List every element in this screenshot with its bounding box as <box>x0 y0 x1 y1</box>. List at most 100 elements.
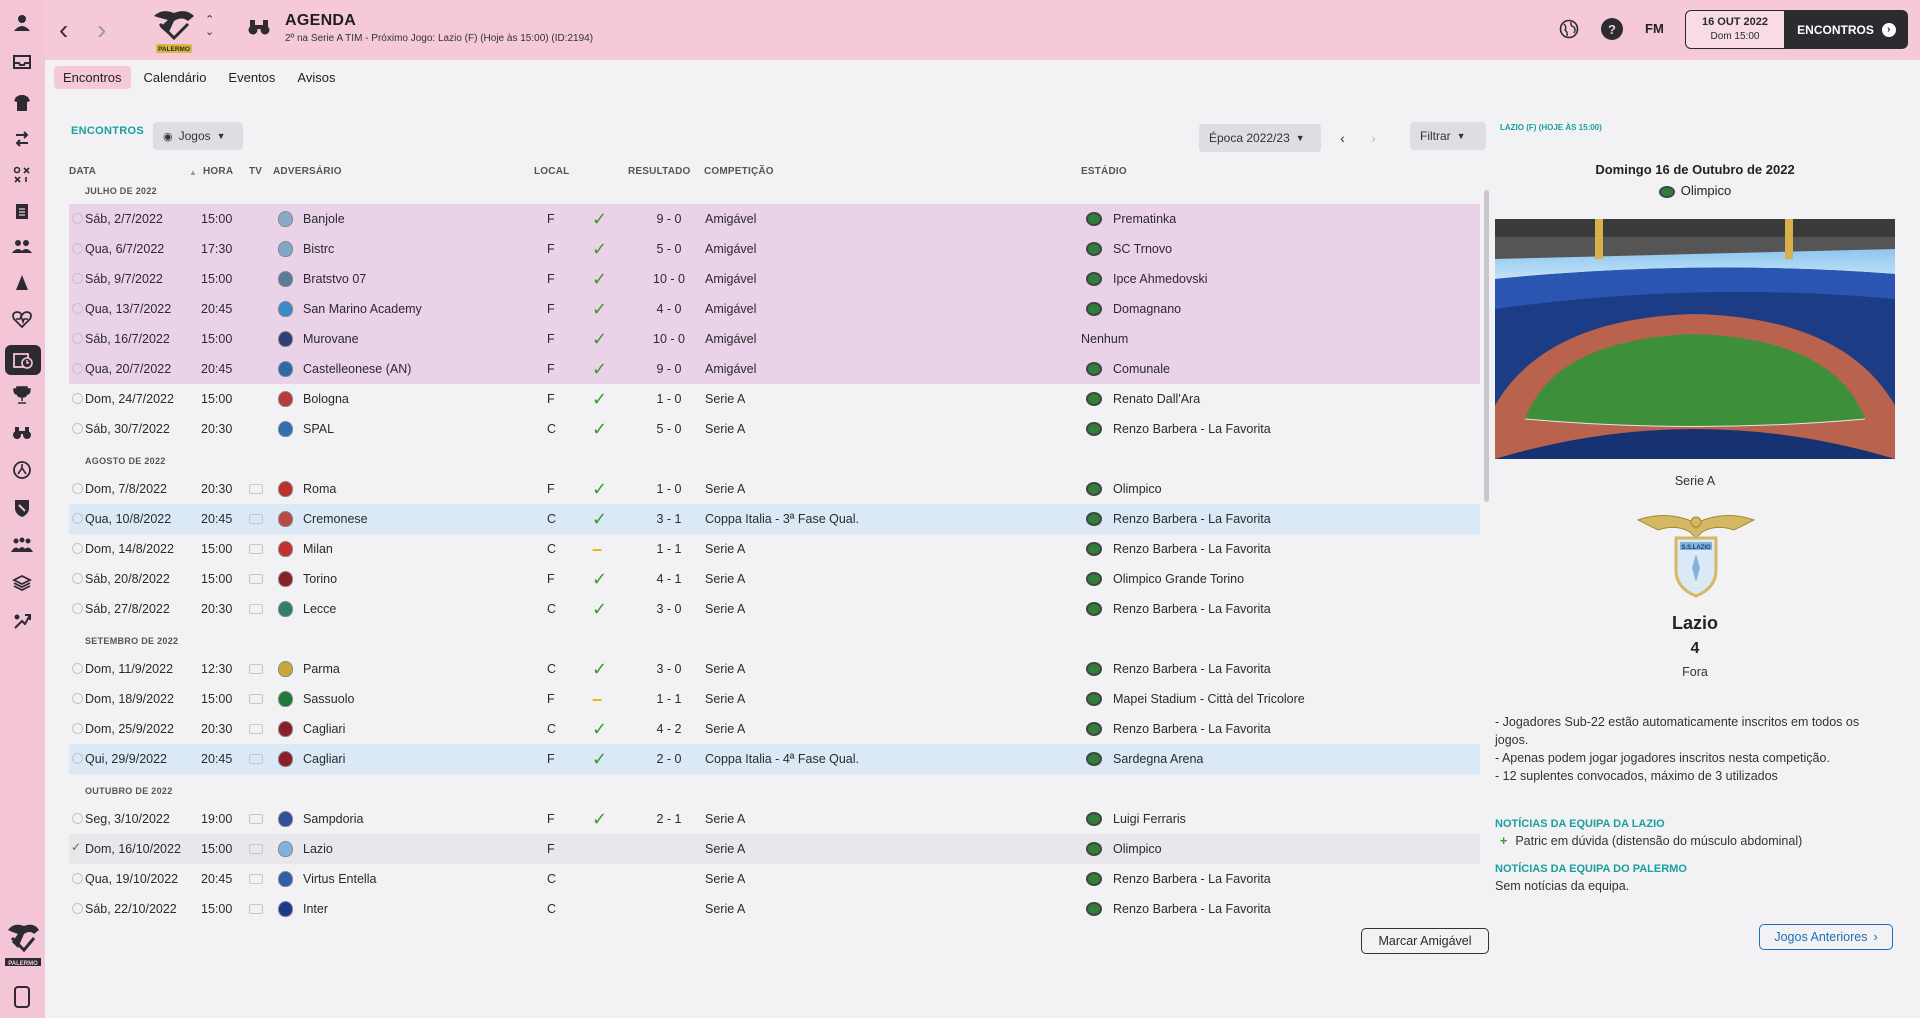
club-icon[interactable] <box>9 495 35 521</box>
people-icon[interactable] <box>9 532 35 558</box>
score-cell[interactable]: 2 - 1 <box>629 812 709 826</box>
opponent-cell[interactable]: Roma <box>303 482 336 496</box>
score-cell[interactable]: 1 - 0 <box>629 392 709 406</box>
opponent-cell[interactable]: Lecce <box>303 602 336 616</box>
score-cell[interactable]: 10 - 0 <box>629 332 709 346</box>
col-date[interactable]: DATA <box>69 166 96 177</box>
table-row[interactable]: Sáb, 30/7/2022 20:30 SPAL C ✓ 5 - 0 Serie A Ren… <box>69 414 1480 444</box>
opponent-cell[interactable]: Cagliari <box>303 752 345 766</box>
opponent-cell[interactable]: Cremonese <box>303 512 368 526</box>
competition-cell[interactable]: Serie A <box>705 482 745 496</box>
score-cell[interactable]: 3 - 1 <box>629 512 709 526</box>
table-row[interactable]: Sáb, 2/7/2022 15:00 Banjole F ✓ 9 - 0 Amigável… <box>69 204 1480 234</box>
game-date[interactable]: 16 OUT 2022 Dom 15:00 <box>1685 10 1785 49</box>
score-cell[interactable]: 3 - 0 <box>629 602 709 616</box>
continue-button[interactable]: ENCONTROS › <box>1785 10 1908 49</box>
competition-cell[interactable]: Amigável <box>705 212 756 226</box>
opponent-cell[interactable]: Sassuolo <box>303 692 354 706</box>
club-logo[interactable]: PALERMO <box>148 8 200 54</box>
opponent-cell[interactable]: Lazio <box>303 842 333 856</box>
previous-season-button[interactable]: ‹ <box>1327 124 1358 152</box>
tab-avisos[interactable]: Avisos <box>288 66 344 89</box>
schedule-icon[interactable] <box>5 345 41 375</box>
competition-cell[interactable]: Serie A <box>705 392 745 406</box>
transfers-icon[interactable] <box>9 126 35 152</box>
competition-cell[interactable]: Amigável <box>705 302 756 316</box>
score-cell[interactable]: 2 - 0 <box>629 752 709 766</box>
competition-cell[interactable]: Serie A <box>705 722 745 736</box>
table-row[interactable]: Qua, 13/7/2022 20:45 San Marino Academy F ✓ 4… <box>69 294 1480 324</box>
table-row[interactable]: Qua, 10/8/2022 20:45 Cremonese C ✓ 3 - 1 Coppa… <box>69 504 1480 534</box>
col-result[interactable]: RESULTADO <box>628 166 691 177</box>
globe-icon[interactable] <box>1558 18 1580 40</box>
table-row[interactable]: Qua, 20/7/2022 20:45 Castelleonese (AN) F ✓ 9… <box>69 354 1480 384</box>
opponent-cell[interactable]: Torino <box>303 572 337 586</box>
opponent-name[interactable]: Lazio <box>1495 613 1895 634</box>
competition-cell[interactable]: Serie A <box>705 692 745 706</box>
col-stadium[interactable]: ESTÁDIO <box>1081 166 1127 177</box>
season-dropdown[interactable]: Época 2022/23 ▼ <box>1199 124 1321 152</box>
tab-encontros[interactable]: Encontros <box>54 66 131 89</box>
clipboard-icon[interactable] <box>9 198 35 224</box>
table-row[interactable]: Qua, 19/10/2022 20:45 Virtus Entella C Serie… <box>69 864 1480 894</box>
opponent-cell[interactable]: Cagliari <box>303 722 345 736</box>
squad-icon[interactable] <box>9 90 35 116</box>
competition-cell[interactable]: Serie A <box>705 902 745 916</box>
inbox-icon[interactable] <box>9 49 35 75</box>
opponent-cell[interactable]: Bologna <box>303 392 349 406</box>
opponent-cell[interactable]: Inter <box>303 902 328 916</box>
competition-cell[interactable]: Coppa Italia - 4ª Fase Qual. <box>705 752 859 766</box>
col-competition[interactable]: COMPETIÇÃO <box>704 166 774 177</box>
youth-icon[interactable] <box>9 457 35 483</box>
lazio-news-item[interactable]: + Patric em dúvida (distensão do músculo … <box>1500 834 1802 848</box>
opponent-cell[interactable]: Milan <box>303 542 333 556</box>
tab-calendario[interactable]: Calendário <box>135 66 216 89</box>
medical-icon[interactable] <box>9 306 35 332</box>
opponent-cell[interactable]: Sampdoria <box>303 812 363 826</box>
opponent-cell[interactable]: SPAL <box>303 422 334 436</box>
table-row[interactable]: Sáb, 20/8/2022 15:00 Torino F ✓ 4 - 1 Serie A O… <box>69 564 1480 594</box>
training-icon[interactable] <box>9 270 35 296</box>
table-row[interactable]: Qua, 6/7/2022 17:30 Bistrc F ✓ 5 - 0 Amigável S… <box>69 234 1480 264</box>
device-icon[interactable] <box>14 986 30 1008</box>
score-cell[interactable]: 9 - 0 <box>629 362 709 376</box>
opponent-cell[interactable]: Banjole <box>303 212 345 226</box>
trophy-icon[interactable] <box>9 382 35 408</box>
finances-icon[interactable] <box>9 570 35 596</box>
table-row[interactable]: Dom, 11/9/2022 12:30 Parma C ✓ 3 - 0 Serie A Re… <box>69 654 1480 684</box>
score-cell[interactable]: 1 - 1 <box>629 542 709 556</box>
score-cell[interactable]: 4 - 1 <box>629 572 709 586</box>
score-cell[interactable]: 5 - 0 <box>629 422 709 436</box>
arrange-friendly-button[interactable]: Marcar Amigável <box>1361 928 1489 954</box>
opponent-cell[interactable]: Murovane <box>303 332 359 346</box>
score-cell[interactable]: 1 - 0 <box>629 482 709 496</box>
next-season-button[interactable]: › <box>1358 124 1389 152</box>
person-icon[interactable] <box>9 10 35 36</box>
previous-games-button[interactable]: Jogos Anteriores › <box>1759 924 1893 950</box>
score-cell[interactable]: 5 - 0 <box>629 242 709 256</box>
table-row[interactable]: Seg, 3/10/2022 19:00 Sampdoria F ✓ 2 - 1 Serie… <box>69 804 1480 834</box>
table-row[interactable]: Dom, 25/9/2022 20:30 Cagliari C ✓ 4 - 2 Serie … <box>69 714 1480 744</box>
development-icon[interactable] <box>9 608 35 634</box>
competition-cell[interactable]: Serie A <box>705 662 745 676</box>
back-button[interactable]: ‹ <box>59 16 68 44</box>
scrollbar[interactable] <box>1484 190 1489 502</box>
staff-icon[interactable] <box>9 234 35 260</box>
col-time[interactable]: HORA <box>203 166 233 177</box>
opponent-cell[interactable]: Bratstvo 07 <box>303 272 366 286</box>
table-row[interactable]: ✓ Dom, 16/10/2022 15:00 Lazio F Serie A Olimpi… <box>69 834 1480 864</box>
competition-cell[interactable]: Serie A <box>705 542 745 556</box>
tactics-icon[interactable] <box>9 162 35 188</box>
opponent-cell[interactable]: Castelleonese (AN) <box>303 362 411 376</box>
competition-cell[interactable]: Serie A <box>705 812 745 826</box>
forward-button[interactable]: › <box>97 16 106 44</box>
score-cell[interactable]: 10 - 0 <box>629 272 709 286</box>
competition-cell[interactable]: Amigável <box>705 272 756 286</box>
competition-cell[interactable]: Serie A <box>705 842 745 856</box>
opponent-cell[interactable]: San Marino Academy <box>303 302 422 316</box>
table-row[interactable]: Dom, 24/7/2022 15:00 Bologna F ✓ 1 - 0 Serie A… <box>69 384 1480 414</box>
opponent-cell[interactable]: Parma <box>303 662 340 676</box>
competition-cell[interactable]: Serie A <box>705 872 745 886</box>
score-cell[interactable]: 9 - 0 <box>629 212 709 226</box>
competition-cell[interactable]: Amigável <box>705 242 756 256</box>
